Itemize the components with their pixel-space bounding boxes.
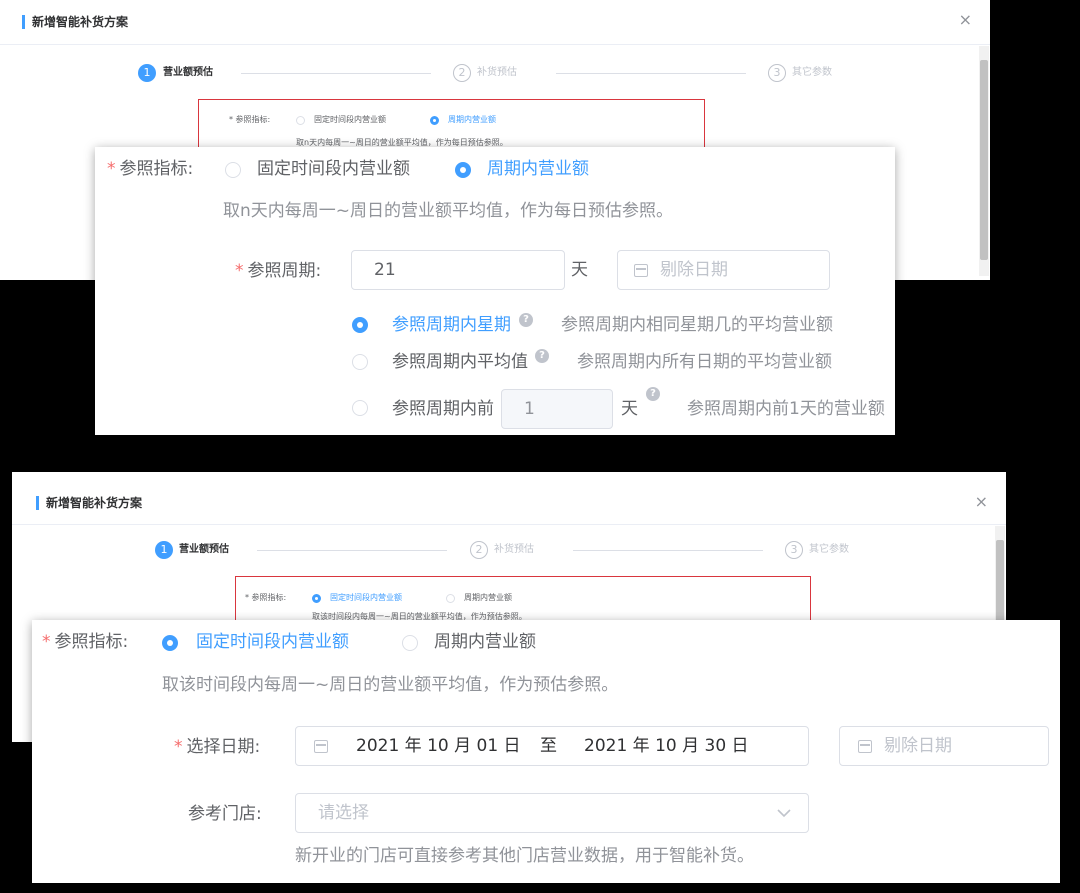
mini-radio-cycle[interactable] bbox=[430, 116, 439, 125]
store-hint: 新开业的门店可直接参考其他门店营业数据，用于智能补货。 bbox=[295, 846, 754, 866]
step-1-label: 营业额预估 bbox=[163, 67, 213, 78]
mini-option-fixed[interactable]: 固定时间段内营业额 bbox=[314, 115, 386, 125]
step-3-label: 其它参数 bbox=[792, 67, 832, 78]
option-cycle[interactable]: 周期内营业额 bbox=[434, 631, 536, 653]
mini-indicator-label: * 参照指标: bbox=[229, 115, 271, 124]
mini-radio-fixed[interactable] bbox=[296, 116, 305, 125]
indicator-label-text: 参照指标: bbox=[119, 159, 194, 179]
scrollbar[interactable] bbox=[979, 46, 989, 276]
help-icon[interactable]: ? bbox=[535, 349, 549, 363]
period-label-text: 参照周期: bbox=[247, 261, 322, 281]
calendar-icon bbox=[314, 740, 328, 753]
date-label-text: 选择日期: bbox=[186, 737, 261, 757]
step-3-label: 其它参数 bbox=[809, 544, 849, 555]
scrollbar-thumb[interactable] bbox=[980, 60, 988, 260]
step-line-2 bbox=[556, 73, 746, 74]
store-select-placeholder: 请选择 bbox=[318, 803, 369, 823]
help-icon[interactable]: ? bbox=[519, 313, 533, 327]
step-line-2 bbox=[573, 550, 763, 551]
top-zoom-panel: * 参照指标: 固定时间段内营业额 周期内营业额 取n天内每周一~周日的营业额平均… bbox=[95, 147, 895, 435]
previous-days-unit: 天 bbox=[621, 399, 638, 419]
sub-option-previous-desc: 参照周期内前1天的营业额 bbox=[687, 399, 885, 419]
indicator-label: * 参照指标: bbox=[42, 631, 128, 653]
indicator-label: * 参照指标: bbox=[107, 158, 193, 180]
radio-cycle[interactable] bbox=[402, 635, 418, 651]
close-icon[interactable]: × bbox=[975, 494, 988, 510]
radio-sub-average[interactable] bbox=[352, 354, 368, 370]
step-1-circle: 1 bbox=[155, 541, 173, 559]
dialog-header: 新增智能补货方案 × bbox=[12, 472, 1006, 525]
chevron-down-icon bbox=[777, 809, 791, 818]
date-label: * 选择日期: bbox=[174, 736, 260, 758]
indicator-description: 取该时间段内每周一~周日的营业额平均值，作为预估参照。 bbox=[162, 675, 619, 695]
exclude-date-placeholder: 剔除日期 bbox=[884, 736, 952, 756]
step-line-1 bbox=[241, 73, 431, 74]
step-line-1 bbox=[257, 550, 447, 551]
sub-option-previous[interactable]: 参照周期内前 bbox=[392, 398, 494, 420]
previous-days-input[interactable]: 1 bbox=[501, 389, 613, 429]
exclude-date-picker[interactable]: 剔除日期 bbox=[839, 726, 1049, 766]
calendar-icon bbox=[858, 740, 872, 753]
period-value: 21 bbox=[374, 260, 396, 280]
dialog-title: 新增智能补货方案 bbox=[36, 496, 142, 510]
radio-sub-previous[interactable] bbox=[352, 400, 368, 416]
step-1-circle: 1 bbox=[138, 64, 156, 82]
previous-days-value: 1 bbox=[524, 399, 535, 419]
option-fixed-period[interactable]: 固定时间段内营业额 bbox=[196, 631, 349, 653]
step-1-label: 营业额预估 bbox=[179, 544, 229, 555]
help-icon[interactable]: ? bbox=[646, 387, 660, 401]
sub-option-weekday-desc: 参照周期内相同星期几的平均营业额 bbox=[561, 315, 833, 335]
exclude-date-placeholder: 剔除日期 bbox=[660, 260, 728, 280]
date-separator: 至 bbox=[540, 736, 557, 756]
mini-option-fixed[interactable]: 固定时间段内营业额 bbox=[330, 593, 402, 603]
radio-cycle[interactable] bbox=[455, 162, 471, 178]
step-2-label: 补货预估 bbox=[494, 544, 534, 555]
period-input[interactable]: 21 bbox=[351, 250, 565, 290]
sub-option-weekday[interactable]: 参照周期内星期 bbox=[392, 314, 511, 336]
radio-fixed-period[interactable] bbox=[162, 635, 178, 651]
indicator-description: 取n天内每周一~周日的营业额平均值，作为每日预估参照。 bbox=[223, 201, 674, 221]
step-2-circle: 2 bbox=[470, 541, 488, 559]
dialog-title: 新增智能补货方案 bbox=[22, 15, 128, 29]
required-mark: * bbox=[42, 632, 51, 652]
step-3-circle: 3 bbox=[785, 541, 803, 559]
mini-radio-cycle[interactable] bbox=[446, 594, 455, 603]
store-label: 参考门店: bbox=[188, 804, 262, 824]
radio-fixed-period[interactable] bbox=[225, 162, 241, 178]
date-range-picker[interactable]: 2021 年 10 月 01 日 至 2021 年 10 月 30 日 bbox=[295, 726, 809, 766]
mini-indicator-label: * 参照指标: bbox=[245, 593, 287, 602]
exclude-date-picker[interactable]: 剔除日期 bbox=[617, 250, 830, 290]
required-mark: * bbox=[107, 159, 116, 179]
mini-option-cycle[interactable]: 周期内营业额 bbox=[464, 593, 512, 603]
bottom-zoom-panel: * 参照指标: 固定时间段内营业额 周期内营业额 取该时间段内每周一~周日的营业额… bbox=[32, 620, 1060, 883]
date-end[interactable]: 2021 年 10 月 30 日 bbox=[584, 735, 749, 757]
close-icon[interactable]: × bbox=[959, 12, 972, 28]
option-cycle[interactable]: 周期内营业额 bbox=[487, 158, 589, 180]
step-2-circle: 2 bbox=[453, 64, 471, 82]
required-mark: * bbox=[174, 737, 183, 757]
dialog-header: 新增智能补货方案 × bbox=[0, 0, 990, 45]
period-unit: 天 bbox=[571, 260, 588, 280]
step-2-label: 补货预估 bbox=[477, 67, 517, 78]
mini-option-cycle[interactable]: 周期内营业额 bbox=[448, 115, 496, 125]
mini-radio-fixed[interactable] bbox=[312, 594, 321, 603]
sub-option-average[interactable]: 参照周期内平均值 bbox=[392, 351, 528, 373]
step-3-circle: 3 bbox=[768, 64, 786, 82]
store-select[interactable]: 请选择 bbox=[295, 793, 809, 833]
period-label: * 参照周期: bbox=[235, 260, 321, 282]
required-mark: * bbox=[235, 261, 244, 281]
option-fixed-period[interactable]: 固定时间段内营业额 bbox=[257, 158, 410, 180]
radio-sub-weekday[interactable] bbox=[352, 317, 368, 333]
indicator-label-text: 参照指标: bbox=[54, 632, 129, 652]
sub-option-average-desc: 参照周期内所有日期的平均营业额 bbox=[577, 352, 832, 372]
calendar-icon bbox=[634, 264, 648, 277]
date-start[interactable]: 2021 年 10 月 01 日 bbox=[356, 735, 521, 757]
